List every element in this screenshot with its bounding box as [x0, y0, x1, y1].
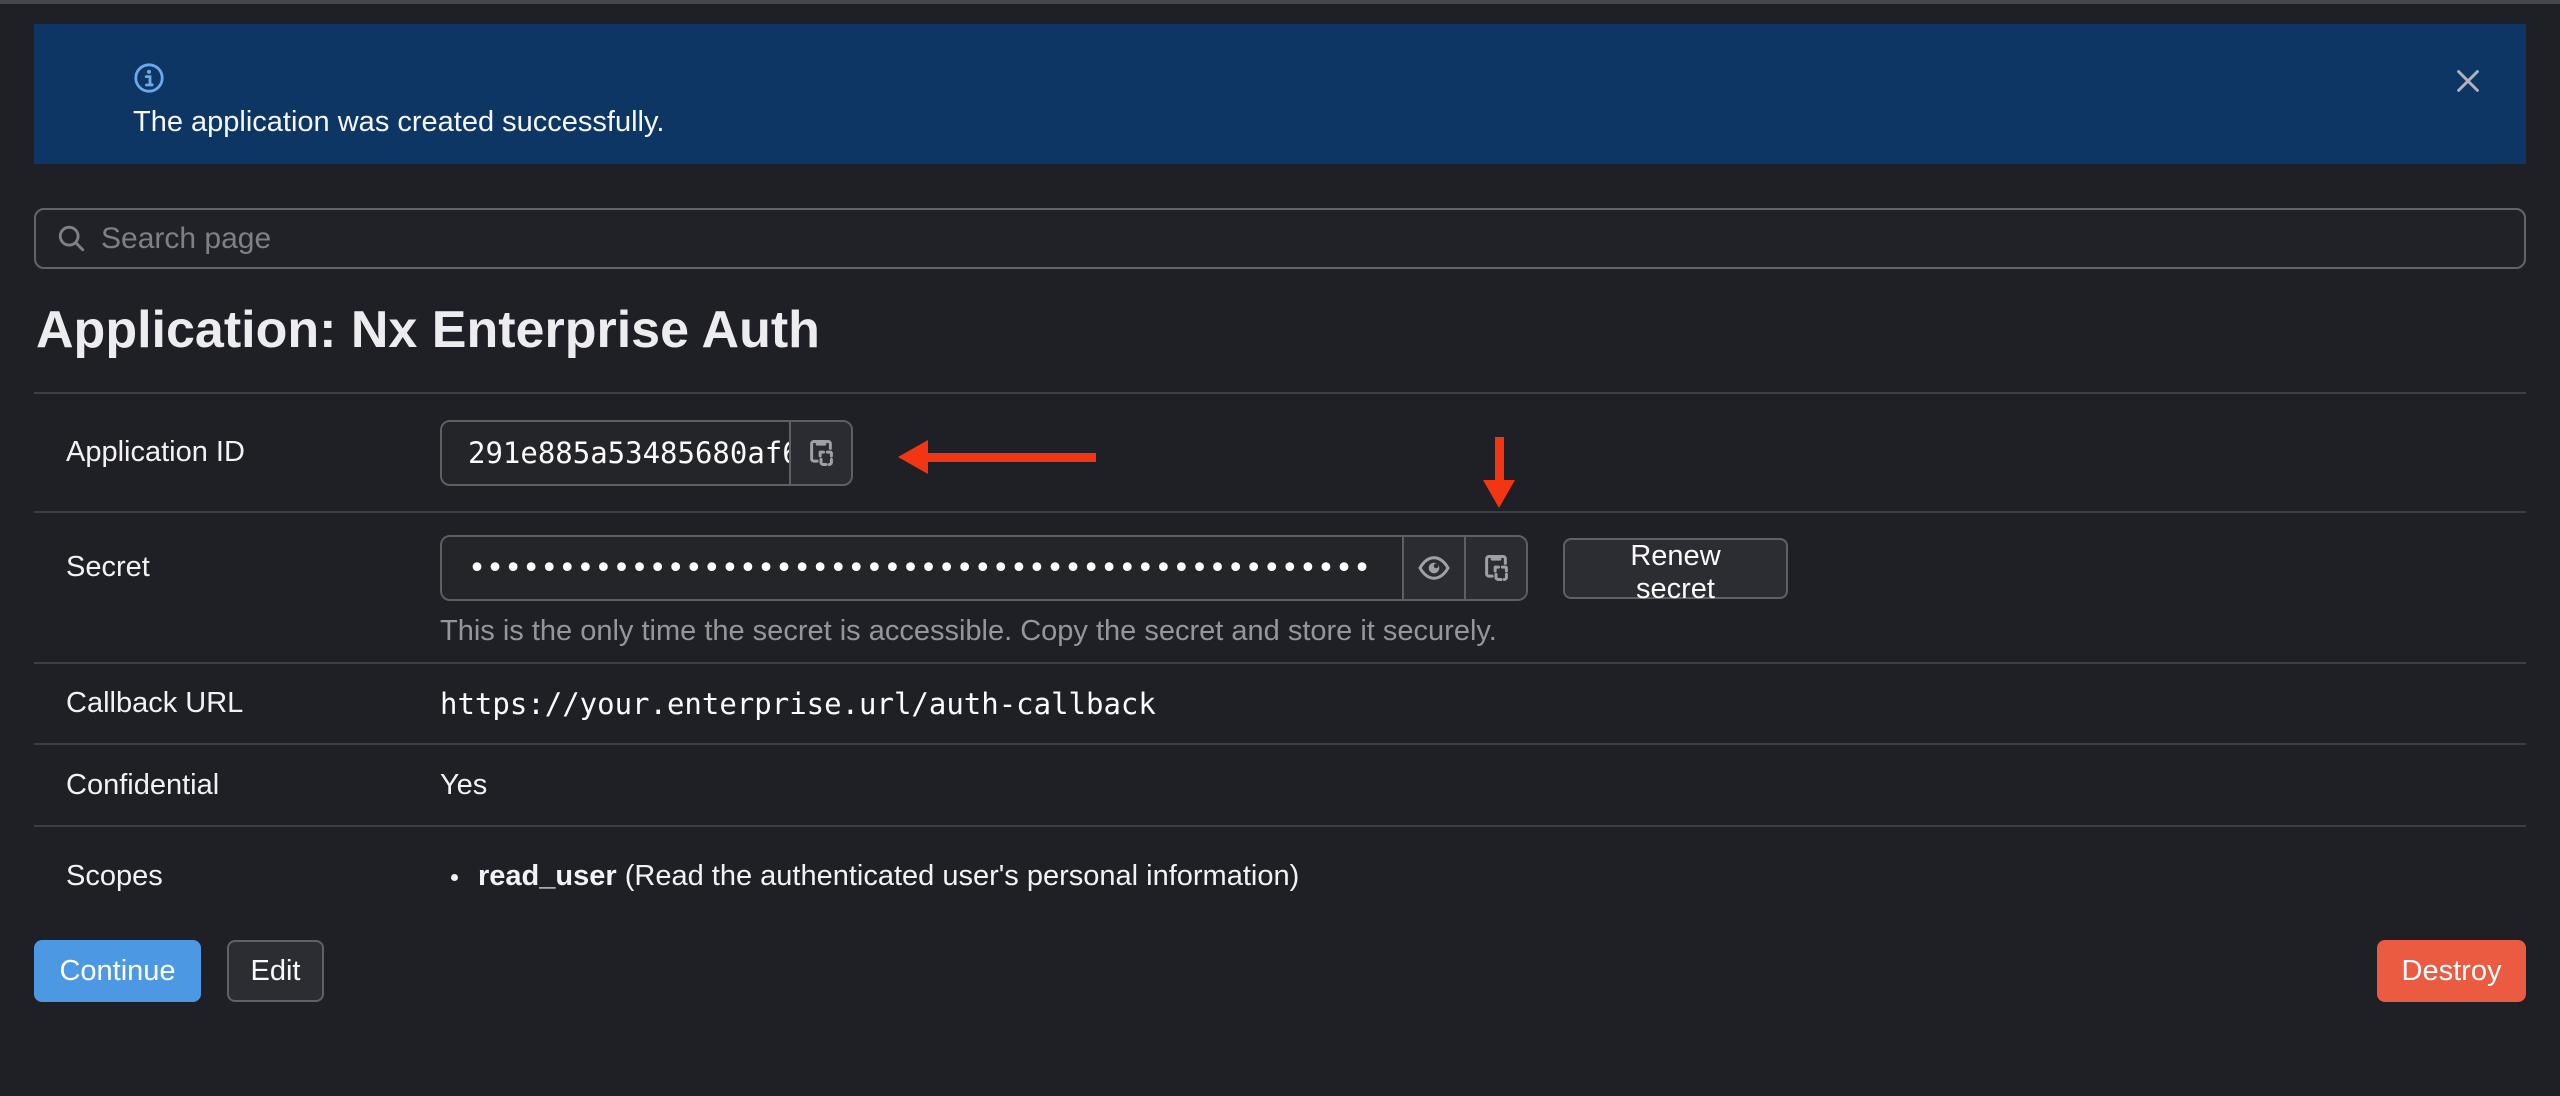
banner-close-button[interactable] [2446, 60, 2490, 104]
search-icon [56, 223, 87, 254]
continue-button[interactable]: Continue [34, 940, 201, 1002]
secret-label: Secret [34, 513, 440, 584]
callback-url-label: Callback URL [34, 687, 440, 720]
scope-item: read_user (Read the authenticated user's… [472, 860, 2526, 893]
row-secret: Secret [34, 511, 2526, 662]
destroy-button[interactable]: Destroy [2377, 940, 2526, 1002]
scopes-list: read_user (Read the authenticated user's… [455, 860, 2526, 893]
page-title: Application: Nx Enterprise Auth [36, 300, 820, 360]
edit-button[interactable]: Edit [227, 940, 324, 1002]
window-top-edge [0, 0, 2560, 4]
secret-masked-value[interactable] [442, 537, 1402, 599]
annotation-arrow-down-head [1483, 480, 1515, 508]
application-id-group [440, 420, 853, 486]
annotation-arrow-left-head [898, 440, 928, 474]
scope-description: (Read the authenticated user's personal … [625, 860, 1300, 892]
row-confidential: Confidential Yes [34, 743, 2526, 825]
page-search-box [34, 208, 2526, 269]
scopes-label: Scopes [34, 860, 440, 893]
reveal-secret-button[interactable] [1402, 537, 1464, 599]
close-icon [2453, 66, 2483, 96]
application-details-table: Application ID Secret [34, 392, 2526, 925]
secret-helper-text: This is the only time the secret is acce… [440, 615, 2526, 648]
callback-url-value: https://your.enterprise.url/auth-callbac… [440, 687, 2526, 721]
copy-secret-button[interactable] [1464, 537, 1526, 599]
copy-to-clipboard-icon [804, 436, 838, 470]
action-bar: Continue Edit Destroy [34, 940, 2526, 1002]
eye-icon [1417, 551, 1451, 585]
search-input[interactable] [101, 222, 2506, 256]
row-callback-url: Callback URL https://your.enterprise.url… [34, 662, 2526, 743]
confidential-label: Confidential [34, 769, 440, 802]
confidential-value: Yes [440, 769, 2526, 802]
copy-application-id-button[interactable] [789, 422, 851, 484]
row-scopes: Scopes read_user (Read the authenticated… [34, 825, 2526, 925]
application-id-label: Application ID [34, 436, 440, 469]
banner-message: The application was created successfully… [133, 106, 2490, 139]
scope-name: read_user [478, 860, 617, 892]
renew-secret-button[interactable]: Renew secret [1563, 538, 1788, 599]
application-id-value[interactable] [442, 422, 789, 484]
row-application-id: Application ID [34, 392, 2526, 511]
annotation-arrow-down [1495, 437, 1504, 482]
info-circle-icon [133, 62, 165, 94]
copy-to-clipboard-icon [1479, 551, 1513, 585]
success-banner: The application was created successfully… [34, 24, 2526, 164]
annotation-arrow-left [924, 453, 1096, 462]
secret-group [440, 535, 1528, 601]
